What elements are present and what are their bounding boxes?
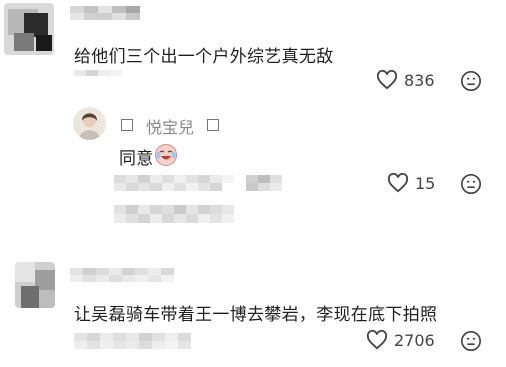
username-blurred[interactable] [70, 6, 140, 20]
like-button[interactable]: 15 [387, 173, 435, 193]
meta-blurred [74, 333, 191, 349]
dislike-button[interactable] [460, 70, 482, 96]
like-count: 15 [415, 173, 436, 193]
heart-outline-icon [366, 330, 388, 350]
dislike-button[interactable] [460, 330, 482, 356]
meta-blurred [114, 175, 282, 191]
reply-username[interactable]: 悦宝兒 [146, 114, 194, 138]
like-count: 836 [404, 70, 435, 90]
avatar[interactable] [15, 262, 55, 308]
comment-text: 让吴磊骑车带着王一博去攀岩，李现在底下拍照 [74, 305, 438, 325]
sad-face-icon [461, 174, 481, 194]
sad-face-icon [461, 71, 481, 91]
badge-icon [207, 119, 219, 131]
heart-outline-icon [387, 173, 409, 193]
reply-text-content: 同意 [119, 149, 154, 169]
dislike-button[interactable] [460, 173, 482, 199]
badge-icon [121, 119, 133, 131]
meta-blurred [74, 70, 122, 76]
view-replies-blurred[interactable] [114, 205, 234, 223]
avatar[interactable] [4, 3, 54, 55]
reply-text: 同意 [119, 144, 154, 169]
heart-outline-icon [376, 70, 398, 90]
comment-text: 给他们三个出一个户外综艺真无敌 [74, 47, 334, 67]
reply-avatar[interactable] [73, 107, 106, 140]
like-button[interactable]: 2706 [366, 330, 435, 350]
like-count: 2706 [394, 330, 435, 350]
sad-face-icon [461, 331, 481, 351]
username-blurred[interactable] [70, 268, 174, 282]
crying-laughing-face-icon [154, 143, 178, 171]
like-button[interactable]: 836 [376, 70, 435, 90]
